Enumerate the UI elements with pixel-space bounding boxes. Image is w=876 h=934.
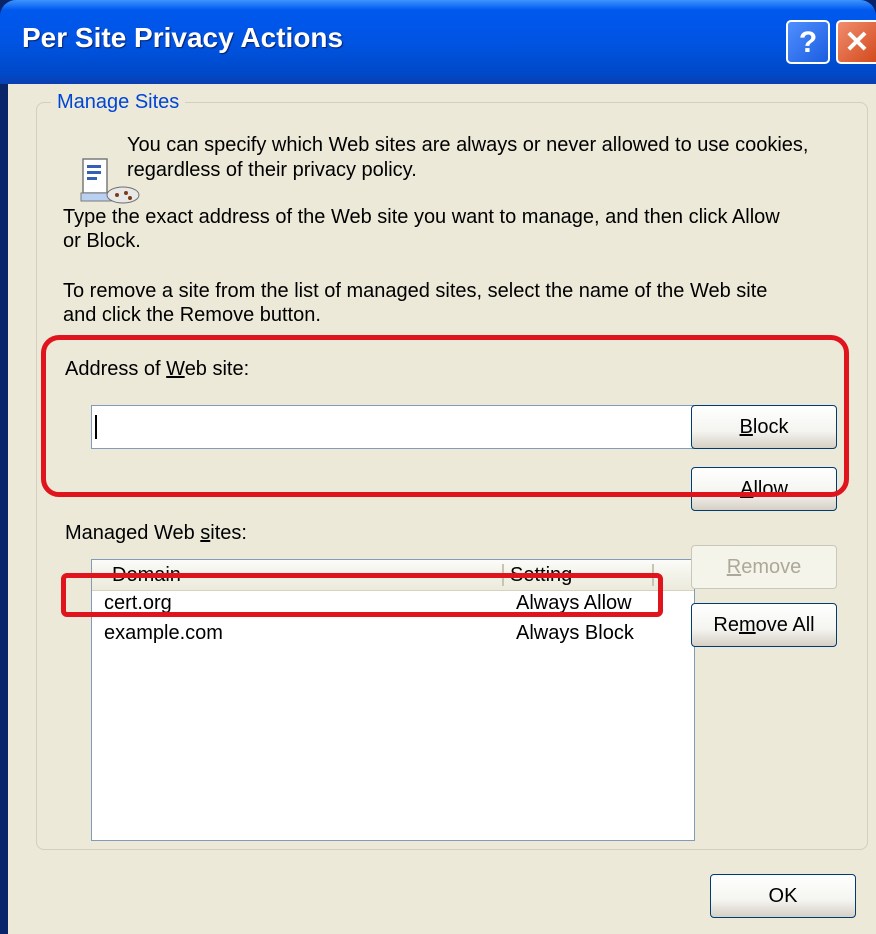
instructions-line-1: Type the exact address of the Web site y… [63,206,780,228]
remove-hotkey: R [726,556,742,578]
list-item[interactable]: example.com Always Block [92,620,694,650]
managed-sites-label: Managed Web sites: [65,521,247,546]
managed-label-text-rest: ites: [210,522,247,544]
dialog-body: Manage Sites You can specify which Web s… [8,84,876,934]
title-bar[interactable]: Per Site Privacy Actions ? ✕ [0,0,876,84]
window-title: Per Site Privacy Actions [22,22,344,53]
site-domain: example.com [104,622,223,644]
help-button[interactable]: ? [786,20,830,64]
managed-label-hotkey: s [200,522,211,544]
remove-all-button[interactable]: Remove All [691,603,837,647]
remove-all-label-pre: Re [713,614,739,636]
instructions-line-2: or Block. [63,230,141,252]
manage-sites-group: Manage Sites You can specify which Web s… [36,91,868,850]
remove-instructions-line-1: To remove a site from the list of manage… [63,280,768,302]
highlight-address-area [41,335,849,497]
remove-all-label-rest: ove All [755,614,815,636]
ok-button[interactable]: OK [710,874,856,918]
intro-text: You can specify which Web sites are alwa… [127,134,809,181]
site-setting: Always Block [516,622,634,644]
group-title: Manage Sites [51,91,186,114]
remove-instructions-line-2: and click the Remove button. [63,304,321,326]
remove-label-rest: emove [741,556,802,578]
close-button[interactable]: ✕ [836,20,876,64]
highlight-cert-org-row [61,573,663,617]
managed-label-text: Managed Web [65,522,201,544]
remove-button[interactable]: Remove [691,545,837,589]
dialog-window: Per Site Privacy Actions ? ✕ Manage Site… [0,0,876,934]
remove-all-hotkey: m [738,614,756,636]
